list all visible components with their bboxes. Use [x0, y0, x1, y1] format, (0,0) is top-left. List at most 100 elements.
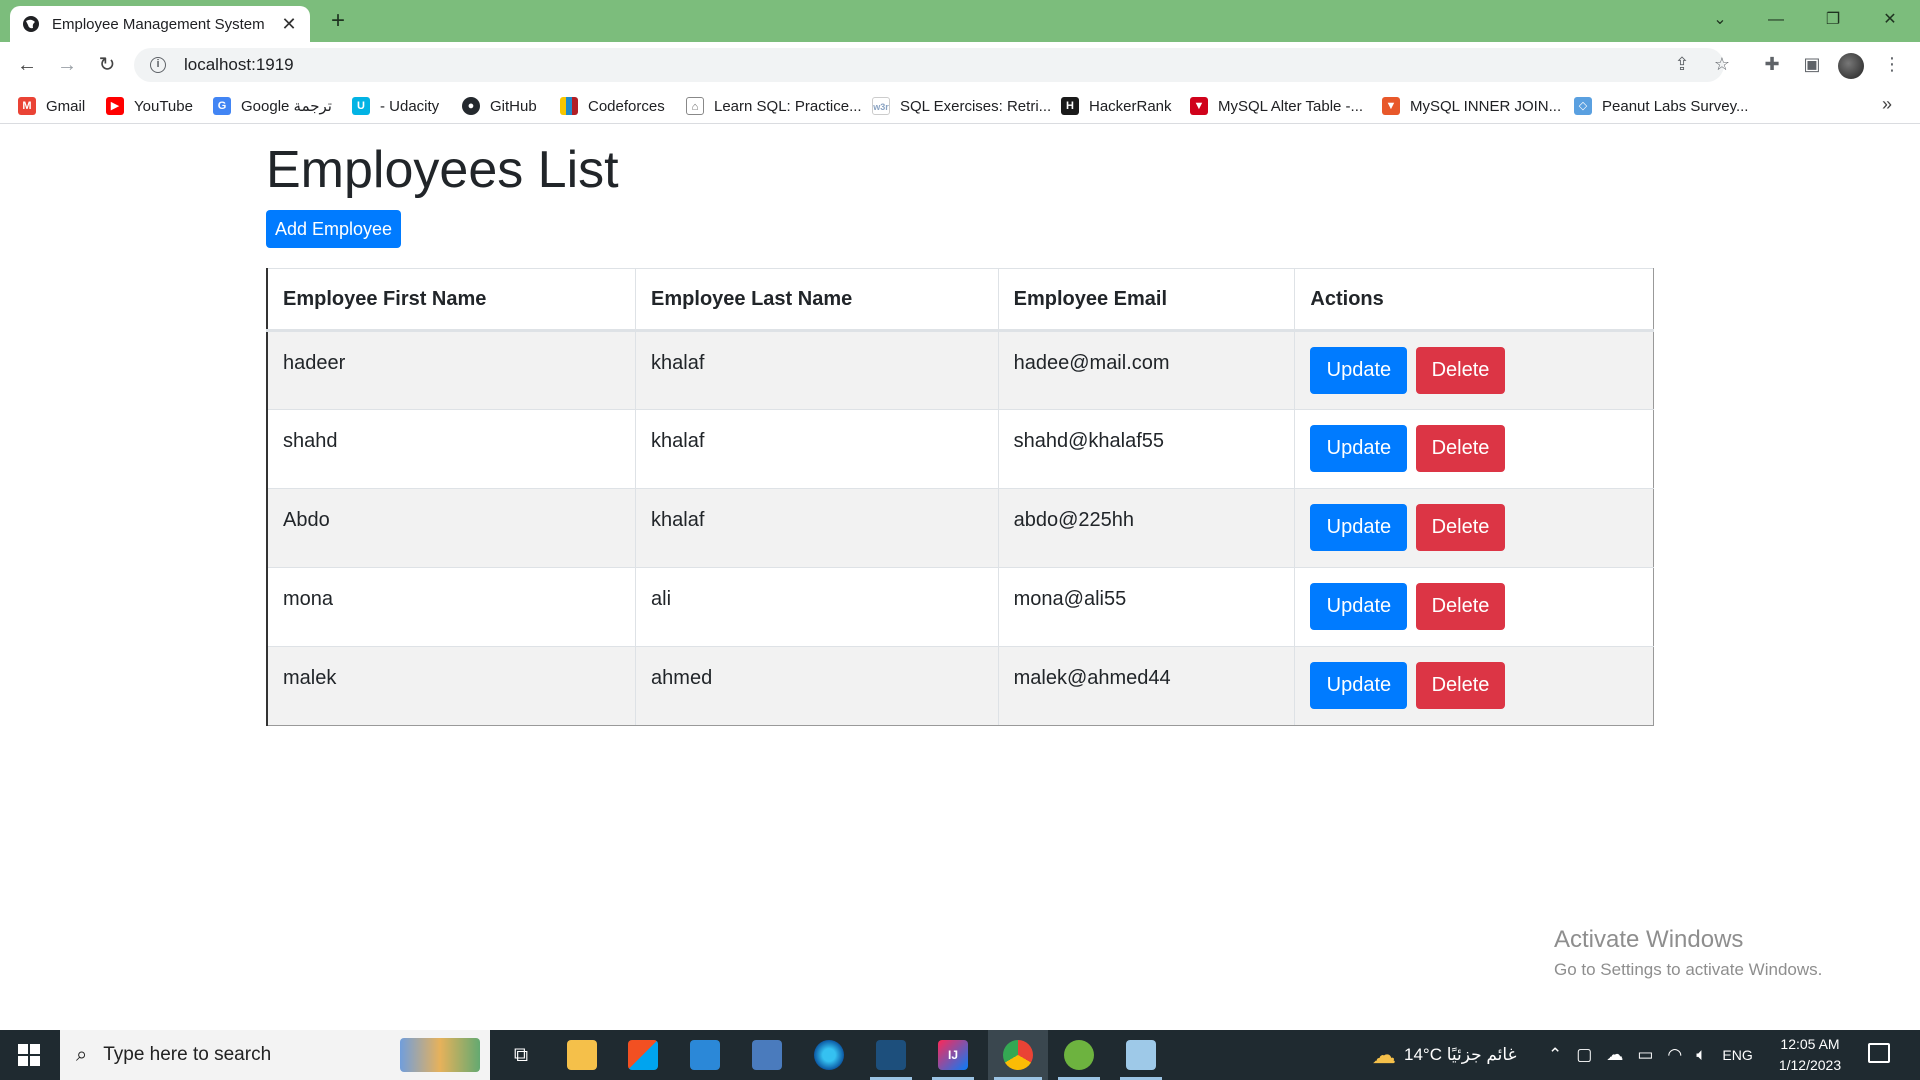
extensions-icon[interactable]: ✚ [1758, 50, 1786, 78]
language-indicator[interactable]: ENG [1722, 1047, 1752, 1063]
last-name-cell: khalaf [635, 409, 999, 489]
back-icon[interactable]: ← [15, 53, 39, 77]
bookmarks-overflow-icon[interactable]: » [1882, 94, 1892, 115]
column-header-actions: Actions [1294, 268, 1654, 332]
update-button[interactable]: Update [1310, 504, 1408, 551]
search-icon: ⌕ [76, 1043, 88, 1066]
taskbar-search-box[interactable]: ⌕ Type here to search [60, 1030, 490, 1080]
browser-tab-active[interactable]: Employee Management System ✕ [10, 6, 310, 42]
first-name-cell: malek [266, 646, 637, 726]
partly-cloudy-icon: ☁ [1372, 1041, 1396, 1069]
bookmark-mysql-alter[interactable]: ▼ MySQL Alter Table -... [1190, 96, 1363, 116]
chrome-icon[interactable] [1003, 1040, 1033, 1070]
notification-center-icon[interactable] [1868, 1043, 1890, 1063]
side-panel-icon[interactable]: ▣ [1798, 50, 1826, 78]
minimize-icon[interactable]: — [1762, 8, 1790, 32]
update-button[interactable]: Update [1310, 583, 1408, 630]
bookmark-sql-exercises[interactable]: w3r SQL Exercises: Retri... [872, 96, 1051, 116]
bookmark-hackerrank[interactable]: H HackerRank [1061, 96, 1172, 116]
forward-icon[interactable]: → [55, 53, 79, 77]
site-info-icon[interactable]: i [150, 57, 166, 73]
search-placeholder: Type here to search [103, 1044, 272, 1065]
show-hidden-icons-chevron-icon[interactable]: ⌃ [1548, 1045, 1562, 1065]
battery-icon[interactable]: ▭ [1637, 1045, 1653, 1065]
task-view-icon[interactable]: ⧉ [506, 1040, 536, 1070]
update-button[interactable]: Update [1310, 662, 1408, 709]
browser-tab-strip: Employee Management System ✕ + ⌄ — ❐ ✕ [0, 0, 1920, 42]
delete-button[interactable]: Delete [1415, 504, 1505, 551]
bookmark-youtube[interactable]: ▶ YouTube [106, 96, 193, 116]
delete-button[interactable]: Delete [1415, 347, 1505, 394]
last-name-cell: khalaf [635, 488, 999, 568]
bookmark-codeforces[interactable]: Codeforces [560, 96, 665, 116]
remote-desktop-icon[interactable] [752, 1040, 782, 1070]
email-cell: shahd@khalaf55 [997, 409, 1296, 489]
google-translate-icon: G [213, 97, 231, 115]
first-name-cell: hadeer [266, 330, 637, 410]
bookmarks-bar: M Gmail ▶ YouTube G Google ترجمة U- Udacity… [0, 88, 1920, 124]
table-header-row: Employee First Name Employee Last Name E… [266, 268, 1654, 332]
edge-icon[interactable] [814, 1040, 844, 1070]
taskbar-clock[interactable]: 12:05 AM 1/12/2023 [1770, 1034, 1850, 1076]
table-row: Abdo khalaf abdo@225hh Update Delete [266, 488, 1654, 568]
weather-widget[interactable]: ☁ 14°C غائم جزئيًا [1372, 1030, 1517, 1080]
bookmark-google-translate[interactable]: G Google ترجمة [213, 96, 332, 116]
first-name-cell: mona [266, 567, 637, 647]
bookmark-gmail[interactable]: M Gmail [18, 96, 85, 116]
update-button[interactable]: Update [1310, 347, 1408, 394]
tab-title: Employee Management System [52, 15, 265, 33]
windows-start-icon[interactable] [18, 1044, 40, 1066]
watermark-subtitle: Go to Settings to activate Windows. [1554, 960, 1823, 979]
bookmark-mysql-inner-join[interactable]: ▼ MySQL INNER JOIN... [1382, 96, 1561, 116]
onedrive-cloud-icon[interactable]: ☁ [1606, 1045, 1623, 1065]
bookmark-peanut-labs[interactable]: ◇ Peanut Labs Survey... [1574, 96, 1748, 116]
bookmark-github[interactable]: ● GitHub [462, 96, 537, 116]
mail-icon[interactable] [690, 1040, 720, 1070]
share-icon[interactable]: ⇪ [1668, 50, 1696, 78]
microsoft-store-icon[interactable] [628, 1040, 658, 1070]
restore-icon[interactable]: ❐ [1819, 8, 1847, 32]
email-cell: malek@ahmed44 [997, 646, 1296, 726]
profile-avatar[interactable] [1838, 53, 1864, 79]
update-button[interactable]: Update [1310, 425, 1408, 472]
w3resource-icon: w3r [872, 97, 890, 115]
delete-button[interactable]: Delete [1415, 583, 1505, 630]
table-row: mona ali mona@ali55 Update Delete [266, 567, 1654, 647]
tab-search-chevron-icon[interactable]: ⌄ [1706, 8, 1734, 32]
close-tab-icon[interactable]: ✕ [280, 14, 298, 35]
column-header-first-name: Employee First Name [266, 268, 637, 332]
address-bar[interactable]: i localhost:1919 [134, 48, 1724, 82]
spring-tool-suite-icon[interactable] [1064, 1040, 1094, 1070]
new-tab-icon[interactable]: + [326, 9, 350, 33]
bookmark-learn-sql[interactable]: ⌂ Learn SQL: Practice... [686, 96, 862, 116]
column-header-email: Employee Email [997, 268, 1296, 332]
delete-button[interactable]: Delete [1415, 425, 1505, 472]
close-window-icon[interactable]: ✕ [1876, 8, 1904, 32]
bookmark-udacity[interactable]: U- Udacity [352, 96, 439, 116]
table-row: malek ahmed malek@ahmed44 Update Delete [266, 646, 1654, 726]
mysql-workbench-icon[interactable] [876, 1040, 906, 1070]
table-row: hadeer khalaf hadee@mail.com Update Dele… [266, 330, 1654, 410]
delete-button[interactable]: Delete [1415, 662, 1505, 709]
page-title: Employees List [266, 141, 619, 199]
first-name-cell: Abdo [266, 488, 637, 568]
last-name-cell: ahmed [635, 646, 999, 726]
email-cell: hadee@mail.com [997, 330, 1296, 410]
email-cell: mona@ali55 [997, 567, 1296, 647]
watermark-title: Activate Windows [1554, 926, 1744, 953]
add-employee-button[interactable]: Add Employee [266, 210, 401, 248]
menu-kebab-icon[interactable]: ⋮ [1878, 50, 1906, 78]
home-icon: ⌂ [686, 97, 704, 115]
hackerrank-icon: H [1061, 97, 1079, 115]
volume-icon[interactable]: 🔈︎ [1696, 1045, 1706, 1065]
reload-icon[interactable]: ↻ [95, 53, 119, 77]
file-explorer-icon[interactable] [567, 1040, 597, 1070]
bookmark-star-icon[interactable]: ☆ [1708, 50, 1736, 78]
address-url[interactable]: localhost:1919 [184, 55, 294, 75]
notepad-icon[interactable] [1126, 1040, 1156, 1070]
email-cell: abdo@225hh [997, 488, 1296, 568]
meet-now-icon[interactable]: ▢ [1576, 1045, 1592, 1065]
activate-windows-watermark: Activate Windows Go to Settings to activ… [1554, 926, 1822, 980]
wifi-icon[interactable]: ◠ [1667, 1045, 1682, 1065]
intellij-idea-icon[interactable]: IJ [938, 1040, 968, 1070]
